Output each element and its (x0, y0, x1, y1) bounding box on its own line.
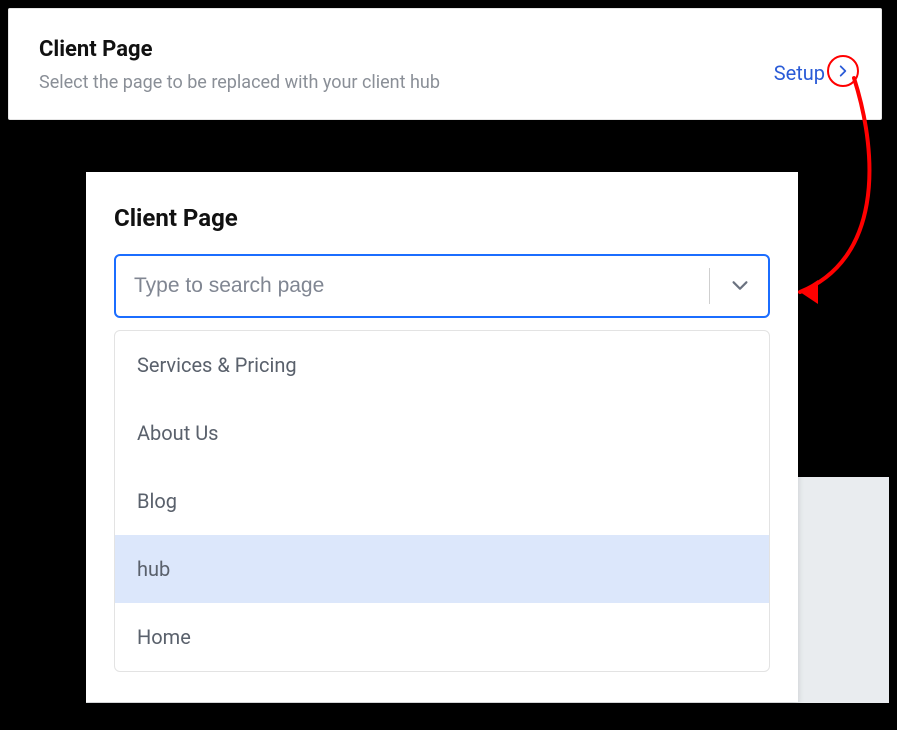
client-page-picker-panel: Client Page Services & Pricing About Us … (86, 172, 798, 702)
row-subtitle: Select the page to be replaced with your… (39, 72, 851, 93)
row-title: Client Page (39, 37, 851, 62)
page-combobox[interactable] (114, 254, 770, 318)
page-search-input[interactable] (134, 274, 709, 298)
page-option[interactable]: Blog (115, 467, 769, 535)
page-option[interactable]: hub (115, 535, 769, 603)
page-option[interactable]: About Us (115, 399, 769, 467)
separator (709, 268, 710, 304)
chevron-right-icon (836, 64, 850, 78)
annotation-circle (827, 55, 859, 87)
panel-title: Client Page (114, 204, 770, 232)
settings-row-client-page: Client Page Select the page to be replac… (8, 8, 882, 120)
page-option[interactable]: Home (115, 603, 769, 671)
combobox-toggle[interactable] (712, 256, 768, 316)
page-options-list: Services & Pricing About Us Blog hub Hom… (114, 330, 770, 672)
setup-expand-button[interactable] (827, 55, 859, 87)
setup-link[interactable]: Setup (774, 61, 825, 85)
chevron-down-icon (729, 275, 751, 297)
page-option[interactable]: Services & Pricing (115, 331, 769, 399)
